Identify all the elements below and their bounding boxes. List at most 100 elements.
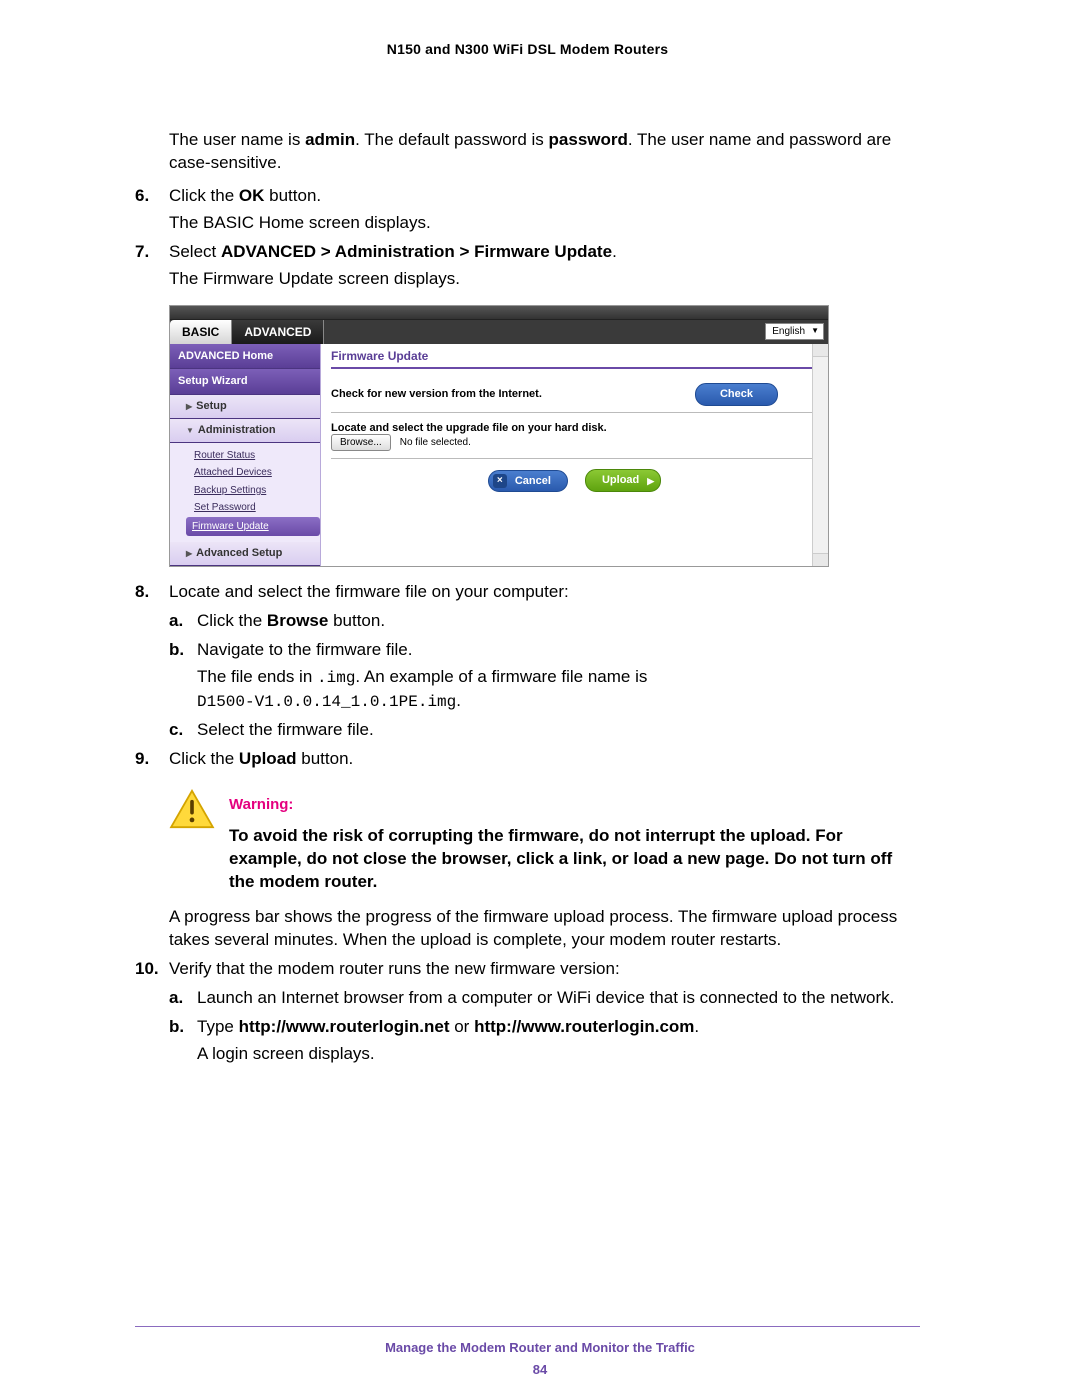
step-7: 7. Select ADVANCED > Administration > Fi… xyxy=(135,241,920,568)
content-panel: Firmware Update Check for new version fr… xyxy=(321,344,828,567)
code: D1500-V1.0.0.14_1.0.1PE.img xyxy=(197,693,456,711)
text: Type xyxy=(197,1017,239,1036)
step-number: 9. xyxy=(135,748,149,771)
substep-letter: a. xyxy=(169,987,183,1010)
sidebar-item-wizard[interactable]: Setup Wizard xyxy=(170,369,320,395)
text-bold: Upload xyxy=(239,749,297,768)
check-button[interactable]: Check xyxy=(695,383,778,406)
step-number: 8. xyxy=(135,581,149,604)
sidebar-item-administration[interactable]: ▼ Administration xyxy=(170,419,320,443)
text-bold: OK xyxy=(239,186,265,205)
step-9: 9. Click the Upload button. Warning: To … xyxy=(135,748,920,952)
tab-basic[interactable]: BASIC xyxy=(170,320,232,344)
step-10: 10. Verify that the modem router runs th… xyxy=(135,958,920,1066)
text: button. xyxy=(264,186,321,205)
sidebar-link-backup-settings[interactable]: Backup Settings xyxy=(194,482,320,500)
admin-submenu: Router Status Attached Devices Backup Se… xyxy=(170,443,320,543)
substep-a: a. Launch an Internet browser from a com… xyxy=(169,987,920,1010)
window-chrome xyxy=(170,306,828,320)
browse-button[interactable]: Browse... xyxy=(331,434,391,451)
substep-c: c. Select the firmware file. xyxy=(169,719,920,742)
text: . xyxy=(612,242,617,261)
step-subtext: The BASIC Home screen displays. xyxy=(169,212,920,235)
text: Locate and select the firmware file on y… xyxy=(169,582,569,601)
tab-advanced[interactable]: ADVANCED xyxy=(232,320,324,344)
caret-right-icon: ▶ xyxy=(186,402,192,411)
caret-down-icon: ▼ xyxy=(186,426,194,435)
sidebar-item-home[interactable]: ADVANCED Home xyxy=(170,344,320,370)
text: button. xyxy=(297,749,354,768)
substep-letter: b. xyxy=(169,639,184,662)
warning-body: To avoid the risk of corrupting the firm… xyxy=(229,825,920,894)
check-label: Check for new version from the Internet. xyxy=(331,387,542,402)
text: . The default password is xyxy=(355,130,548,149)
text-bold: Browse xyxy=(267,611,328,630)
play-icon: ▶ xyxy=(647,475,654,487)
substep-letter: a. xyxy=(169,610,183,633)
step-number: 7. xyxy=(135,241,149,264)
text: The file ends in xyxy=(197,667,317,686)
text: Click the xyxy=(169,186,239,205)
intro-paragraph: The user name is admin. The default pass… xyxy=(169,129,920,175)
sidebar: ADVANCED Home Setup Wizard ▶ Setup ▼ Admin… xyxy=(170,344,321,567)
text-bold: password xyxy=(549,130,628,149)
text-bold: http://www.routerlogin.net xyxy=(239,1017,450,1036)
step-8: 8. Locate and select the firmware file o… xyxy=(135,581,920,742)
substep-b: b. Type http://www.routerlogin.net or ht… xyxy=(169,1016,920,1066)
text: . xyxy=(694,1017,699,1036)
substep-letter: c. xyxy=(169,719,183,742)
footer-rule xyxy=(135,1326,920,1327)
text-bold: ADVANCED > Administration > Firmware Upd… xyxy=(221,242,612,261)
tab-bar: BASIC ADVANCED English ▼ xyxy=(170,320,828,344)
scrollbar[interactable] xyxy=(812,344,828,567)
text-bold: http://www.routerlogin.com xyxy=(474,1017,694,1036)
upload-button[interactable]: Upload ▶ xyxy=(585,469,661,492)
text: Navigate to the firmware file. xyxy=(197,640,412,659)
text: Click the xyxy=(197,611,267,630)
text: Launch an Internet browser from a comput… xyxy=(197,988,894,1007)
substep-subtext: A login screen displays. xyxy=(197,1043,920,1066)
text: . xyxy=(456,691,461,710)
cancel-button[interactable]: × Cancel xyxy=(488,470,568,493)
warning-block: Warning: To avoid the risk of corrupting… xyxy=(169,789,920,894)
text: The user name is xyxy=(169,130,305,149)
label: Upload xyxy=(602,473,639,488)
text: or xyxy=(450,1017,475,1036)
language-label: English xyxy=(772,325,805,339)
locate-label: Locate and select the upgrade file on yo… xyxy=(331,422,607,434)
sidebar-link-attached-devices[interactable]: Attached Devices xyxy=(194,464,320,482)
step-6: 6. Click the OK button. The BASIC Home s… xyxy=(135,185,920,235)
text: button. xyxy=(328,611,385,630)
router-ui-screenshot: BASIC ADVANCED English ▼ ADVANCED Home S… xyxy=(169,305,829,568)
substep-subtext: The file ends in .img. An example of a f… xyxy=(197,666,920,713)
chevron-down-icon: ▼ xyxy=(811,326,819,337)
text: . An example of a firmware file name is xyxy=(355,667,647,686)
text: Verify that the modem router runs the ne… xyxy=(169,959,620,978)
label: Administration xyxy=(198,424,276,436)
substep-a: a. Click the Browse button. xyxy=(169,610,920,633)
language-select[interactable]: English ▼ xyxy=(765,323,824,341)
sidebar-item-setup[interactable]: ▶ Setup xyxy=(170,395,320,419)
sidebar-link-router-status[interactable]: Router Status xyxy=(194,447,320,465)
caret-right-icon: ▶ xyxy=(186,549,192,558)
warning-title: Warning: xyxy=(229,795,920,815)
page-number: 84 xyxy=(0,1361,1080,1379)
step-number: 6. xyxy=(135,185,149,208)
step-paragraph: A progress bar shows the progress of the… xyxy=(169,906,920,952)
step-subtext: The Firmware Update screen displays. xyxy=(169,268,920,291)
text: Select the firmware file. xyxy=(197,720,374,739)
label: Advanced Setup xyxy=(196,547,282,559)
sidebar-link-set-password[interactable]: Set Password xyxy=(194,499,320,517)
text-bold: admin xyxy=(305,130,355,149)
close-icon: × xyxy=(493,474,507,488)
substep-b: b. Navigate to the firmware file. The fi… xyxy=(169,639,920,713)
label: Setup xyxy=(196,400,227,412)
code: .img xyxy=(317,669,355,687)
sidebar-link-firmware-update[interactable]: Firmware Update xyxy=(186,517,320,537)
panel-title: Firmware Update xyxy=(331,348,818,369)
footer-section-title: Manage the Modem Router and Monitor the … xyxy=(0,1339,1080,1357)
sidebar-item-advanced-setup[interactable]: ▶ Advanced Setup xyxy=(170,542,320,566)
substep-letter: b. xyxy=(169,1016,184,1039)
label: Cancel xyxy=(515,474,551,489)
file-selected-label: No file selected. xyxy=(400,437,471,448)
